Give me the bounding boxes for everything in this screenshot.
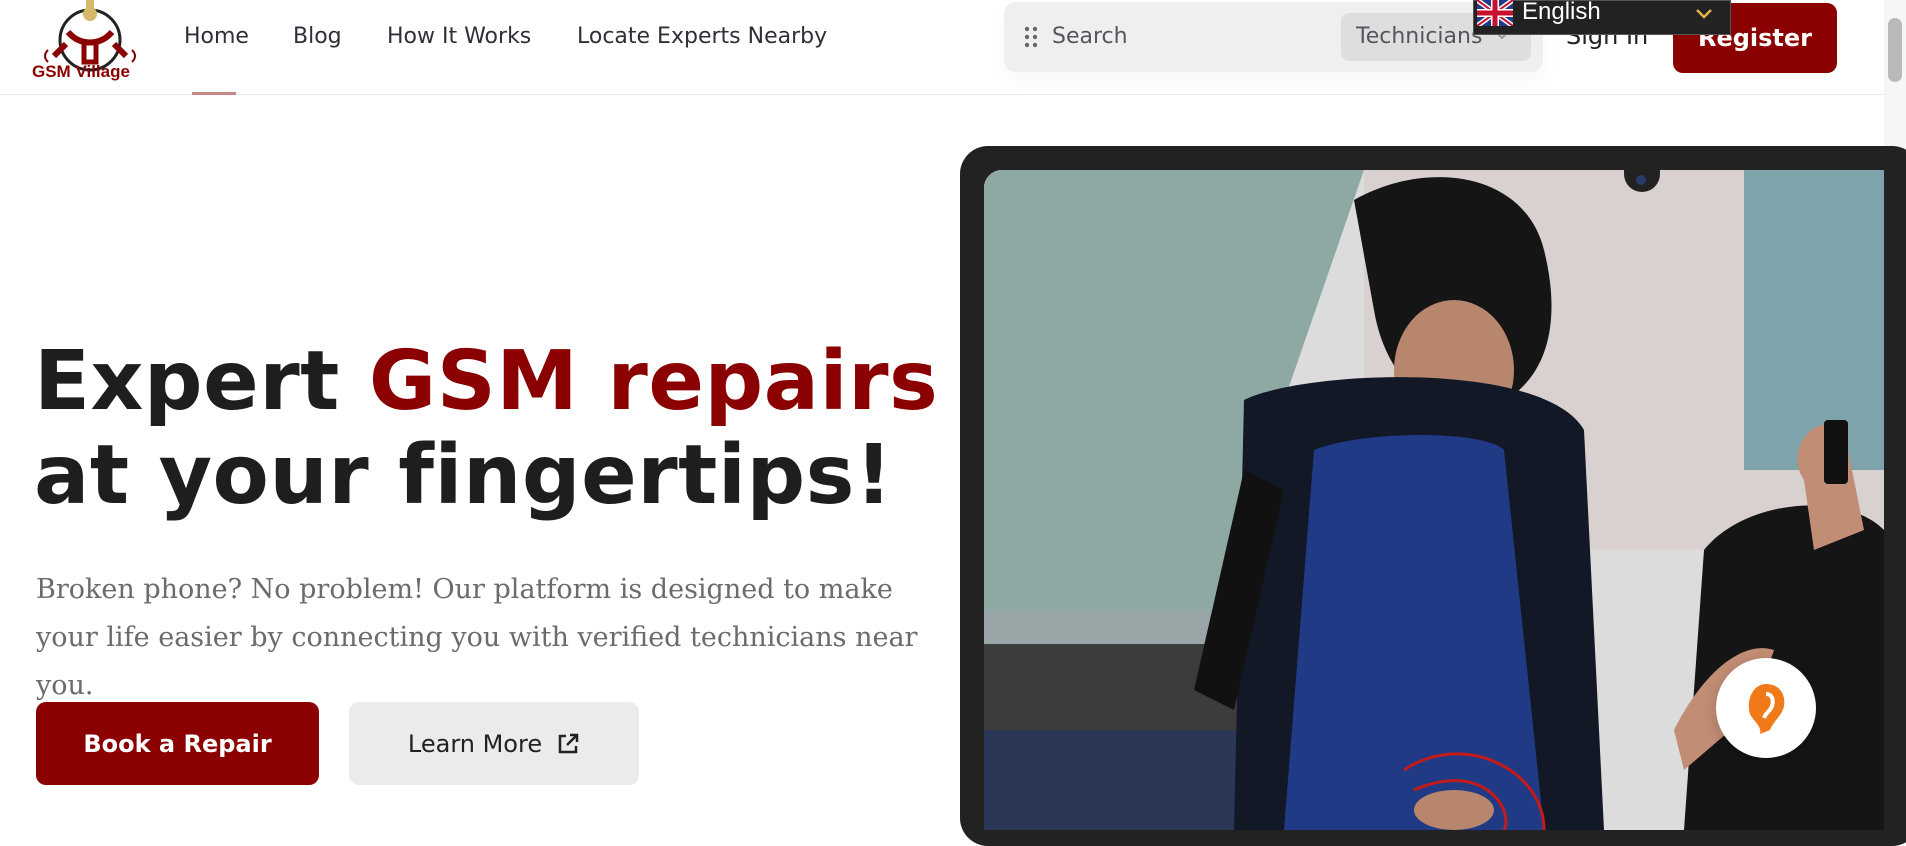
nav-home[interactable]: Home [184,24,249,49]
uk-flag-icon [1477,0,1513,26]
drag-dots-icon [1024,26,1038,48]
hero-title-part2: at your fingertips! [34,428,893,523]
language-label[interactable]: English [1522,0,1601,26]
external-link-icon [558,733,579,753]
nav-blog[interactable]: Blog [293,24,342,49]
hero-subtitle: Broken phone? No problem! Our platform i… [36,574,918,701]
book-repair-button[interactable]: Book a Repair [36,702,319,785]
site-header: GSM Village Home Blog How It Works Locat… [0,0,1884,95]
learn-more-label: Learn More [407,729,543,758]
chevron-down-icon[interactable] [1695,6,1713,20]
chat-assistant-icon [1748,684,1785,734]
hero-title: Expert GSM repairs at your fingertips! [34,335,954,523]
chat-assistant-button[interactable] [1716,658,1816,758]
nav-locate-experts[interactable]: Locate Experts Nearby [577,24,827,49]
nav-how-it-works[interactable]: How It Works [387,24,531,49]
learn-more-button[interactable]: Learn More [349,702,639,785]
camera-lens-icon [1636,175,1646,185]
search-category-label[interactable]: Technicians [1356,24,1482,49]
hero-title-accent: GSM repairs [368,334,939,429]
hero-title-part1: Expert [34,334,369,429]
search-input[interactable]: Search [1052,24,1128,49]
scrollbar-thumb[interactable] [1888,18,1902,82]
active-nav-indicator [192,92,236,95]
logo-text: GSM Village [32,62,130,81]
